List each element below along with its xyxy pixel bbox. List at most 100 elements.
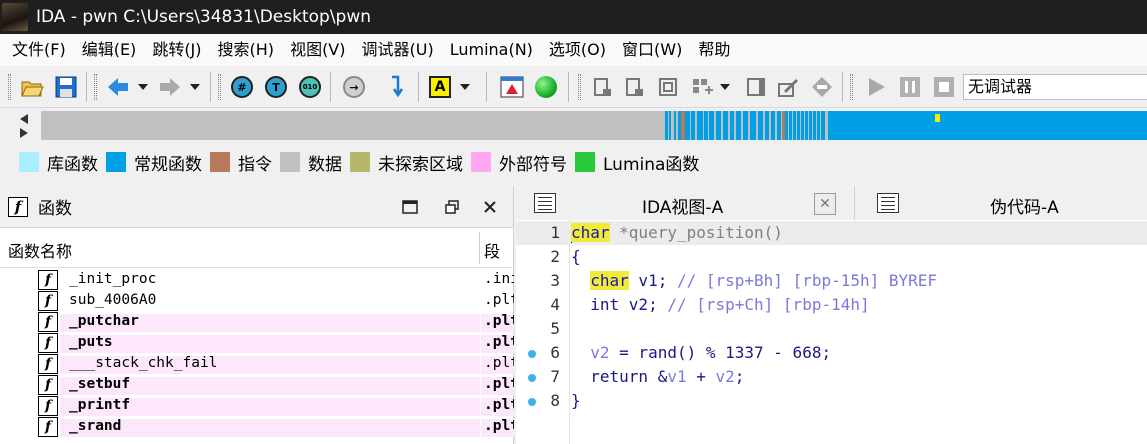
menu-windows[interactable]: 窗口(W) — [614, 34, 690, 66]
toolbar-grip[interactable] — [218, 74, 221, 100]
function-row[interactable]: f _putchar .plt — [0, 312, 514, 333]
struct-icon[interactable] — [656, 75, 680, 99]
font-color-icon[interactable]: A — [428, 75, 452, 99]
function-name: ___stack_chk_fail — [69, 355, 218, 371]
array-icon[interactable] — [690, 75, 714, 99]
open-folder-icon[interactable] — [20, 75, 44, 99]
line-number: 6 — [550, 343, 560, 362]
function-row[interactable]: f _printf .plt — [0, 396, 514, 417]
menu-file[interactable]: 文件(F) — [4, 34, 74, 66]
code-line[interactable]: 4 int v2; // [rsp+Ch] [rbp-14h] — [516, 293, 1147, 317]
tab-ida-view-a[interactable]: IDA视图-A ✕ — [516, 186, 846, 220]
menu-help[interactable]: 帮助 — [690, 34, 738, 66]
function-segment: .plt — [484, 355, 514, 371]
function-segment: .init — [484, 271, 514, 287]
function-row[interactable]: f _init_proc .init — [0, 270, 514, 291]
legend-swatch — [210, 152, 230, 172]
function-icon: f — [8, 196, 28, 217]
legend-item: 外部符号 — [471, 150, 567, 175]
functions-panel: f 函数 函数名称 段 f _init_proc .init f sub_400… — [0, 186, 514, 444]
menu-debugger[interactable]: 调试器(U) — [354, 34, 442, 66]
maximize-icon[interactable] — [400, 197, 420, 217]
color-legend: 库函数 常规函数 指令 数据 未探索区域 外部符号 Lumina函数 — [0, 144, 1147, 180]
chevron-down-icon[interactable] — [136, 75, 150, 99]
line-number: 8 — [550, 391, 560, 410]
stop-icon[interactable] — [932, 75, 956, 99]
tab-label: IDA视图-A — [642, 198, 724, 218]
function-segment: .plt — [484, 313, 514, 329]
function-row[interactable]: f sub_4006A0 .plt — [0, 291, 514, 312]
menu-lumina[interactable]: Lumina(N) — [442, 34, 541, 66]
code-line[interactable]: 1 char *query_position() — [516, 221, 1147, 245]
menu-options[interactable]: 选项(O) — [541, 34, 614, 66]
line-number: 2 — [550, 247, 560, 266]
close-icon[interactable]: ✕ — [814, 193, 836, 215]
chevron-down-icon[interactable] — [188, 75, 202, 99]
start-process-icon[interactable] — [500, 75, 524, 99]
view-tabs: IDA视图-A ✕ 伪代码-A — [516, 186, 1147, 220]
function-row[interactable]: f _puts .plt — [0, 333, 514, 354]
menu-view[interactable]: 视图(V) — [282, 34, 353, 66]
legend-item: 常规函数 — [106, 150, 202, 175]
pseudocode-view[interactable]: 1 char *query_position() 2 { 3 char v1; … — [516, 220, 1147, 444]
code-line[interactable]: 6 v2 = rand() % 1337 - 668; — [516, 341, 1147, 365]
title-bar: IDA - pwn C:\Users\34831\Desktop\pwn — [0, 0, 1147, 34]
line-number: 4 — [550, 295, 560, 314]
run-green-icon[interactable] — [534, 75, 558, 99]
play-icon[interactable] — [864, 75, 888, 99]
undefine-icon[interactable] — [744, 75, 768, 99]
diamond-icon[interactable] — [810, 75, 834, 99]
rename-icon[interactable] — [776, 75, 800, 99]
menu-jump[interactable]: 跳转(J) — [144, 34, 209, 66]
nav-forward-icon[interactable] — [158, 75, 182, 99]
hash-icon[interactable]: # — [230, 75, 254, 99]
pause-icon[interactable] — [898, 75, 922, 99]
debugger-select[interactable]: 无调试器 — [963, 74, 1147, 100]
code-line[interactable]: 3 char v1; // [rsp+Bh] [rbp-15h] BYREF — [516, 269, 1147, 293]
legend-label: 常规函数 — [134, 154, 202, 175]
text-icon[interactable]: T — [264, 75, 288, 99]
function-row[interactable]: f _srand .plt — [0, 417, 514, 438]
code-line[interactable]: 2 { — [516, 245, 1147, 269]
function-row[interactable]: f _setbuf .plt — [0, 375, 514, 396]
code-line[interactable]: 5 — [516, 317, 1147, 341]
toolbar-grip[interactable] — [850, 74, 853, 100]
toolbar-grip[interactable] — [8, 74, 11, 100]
save-disk-icon[interactable] — [54, 75, 78, 99]
close-icon[interactable] — [480, 197, 500, 217]
column-segment[interactable]: 段 — [484, 238, 500, 262]
function-icon: f — [38, 312, 58, 332]
menu-search[interactable]: 搜索(H) — [210, 34, 283, 66]
restore-icon[interactable] — [442, 197, 462, 217]
function-row[interactable]: f ___stack_chk_fail .plt — [0, 354, 514, 375]
toolbar-grip[interactable] — [94, 74, 97, 100]
code-line[interactable]: 8 } — [516, 389, 1147, 413]
legend-item: 未探索区域 — [350, 150, 463, 175]
data-icon[interactable] — [622, 75, 646, 99]
chevron-down-icon[interactable] — [458, 75, 472, 99]
menu-edit[interactable]: 编辑(E) — [74, 34, 145, 66]
nav-band-arrows[interactable] — [18, 112, 32, 140]
chevron-down-icon[interactable] — [718, 75, 732, 99]
functions-panel-title: 函数 — [38, 199, 72, 219]
function-name: _init_proc — [69, 271, 157, 287]
window-title: IDA - pwn C:\Users\34831\Desktop\pwn — [36, 7, 372, 27]
navigation-strip[interactable] — [41, 111, 1147, 140]
toolbar-grip[interactable] — [578, 74, 581, 100]
column-function-name[interactable]: 函数名称 — [8, 238, 72, 262]
code-icon[interactable] — [590, 75, 614, 99]
function-icon: f — [38, 375, 58, 395]
graph-icon[interactable]: → — [342, 75, 366, 99]
hex-icon[interactable]: 010 — [298, 75, 322, 99]
legend-swatch — [575, 152, 595, 172]
code-line[interactable]: 7 return &v1 + v2; — [516, 365, 1147, 389]
legend-swatch — [471, 152, 491, 172]
function-icon: f — [38, 333, 58, 353]
listing-icon — [534, 193, 556, 213]
nav-back-icon[interactable] — [106, 75, 130, 99]
functions-column-header: 函数名称 段 — [0, 228, 513, 268]
legend-item: Lumina函数 — [575, 150, 699, 175]
legend-swatch — [106, 152, 126, 172]
tab-pseudocode-a[interactable]: 伪代码-A — [854, 186, 1147, 220]
jump-icon[interactable] — [386, 75, 410, 99]
